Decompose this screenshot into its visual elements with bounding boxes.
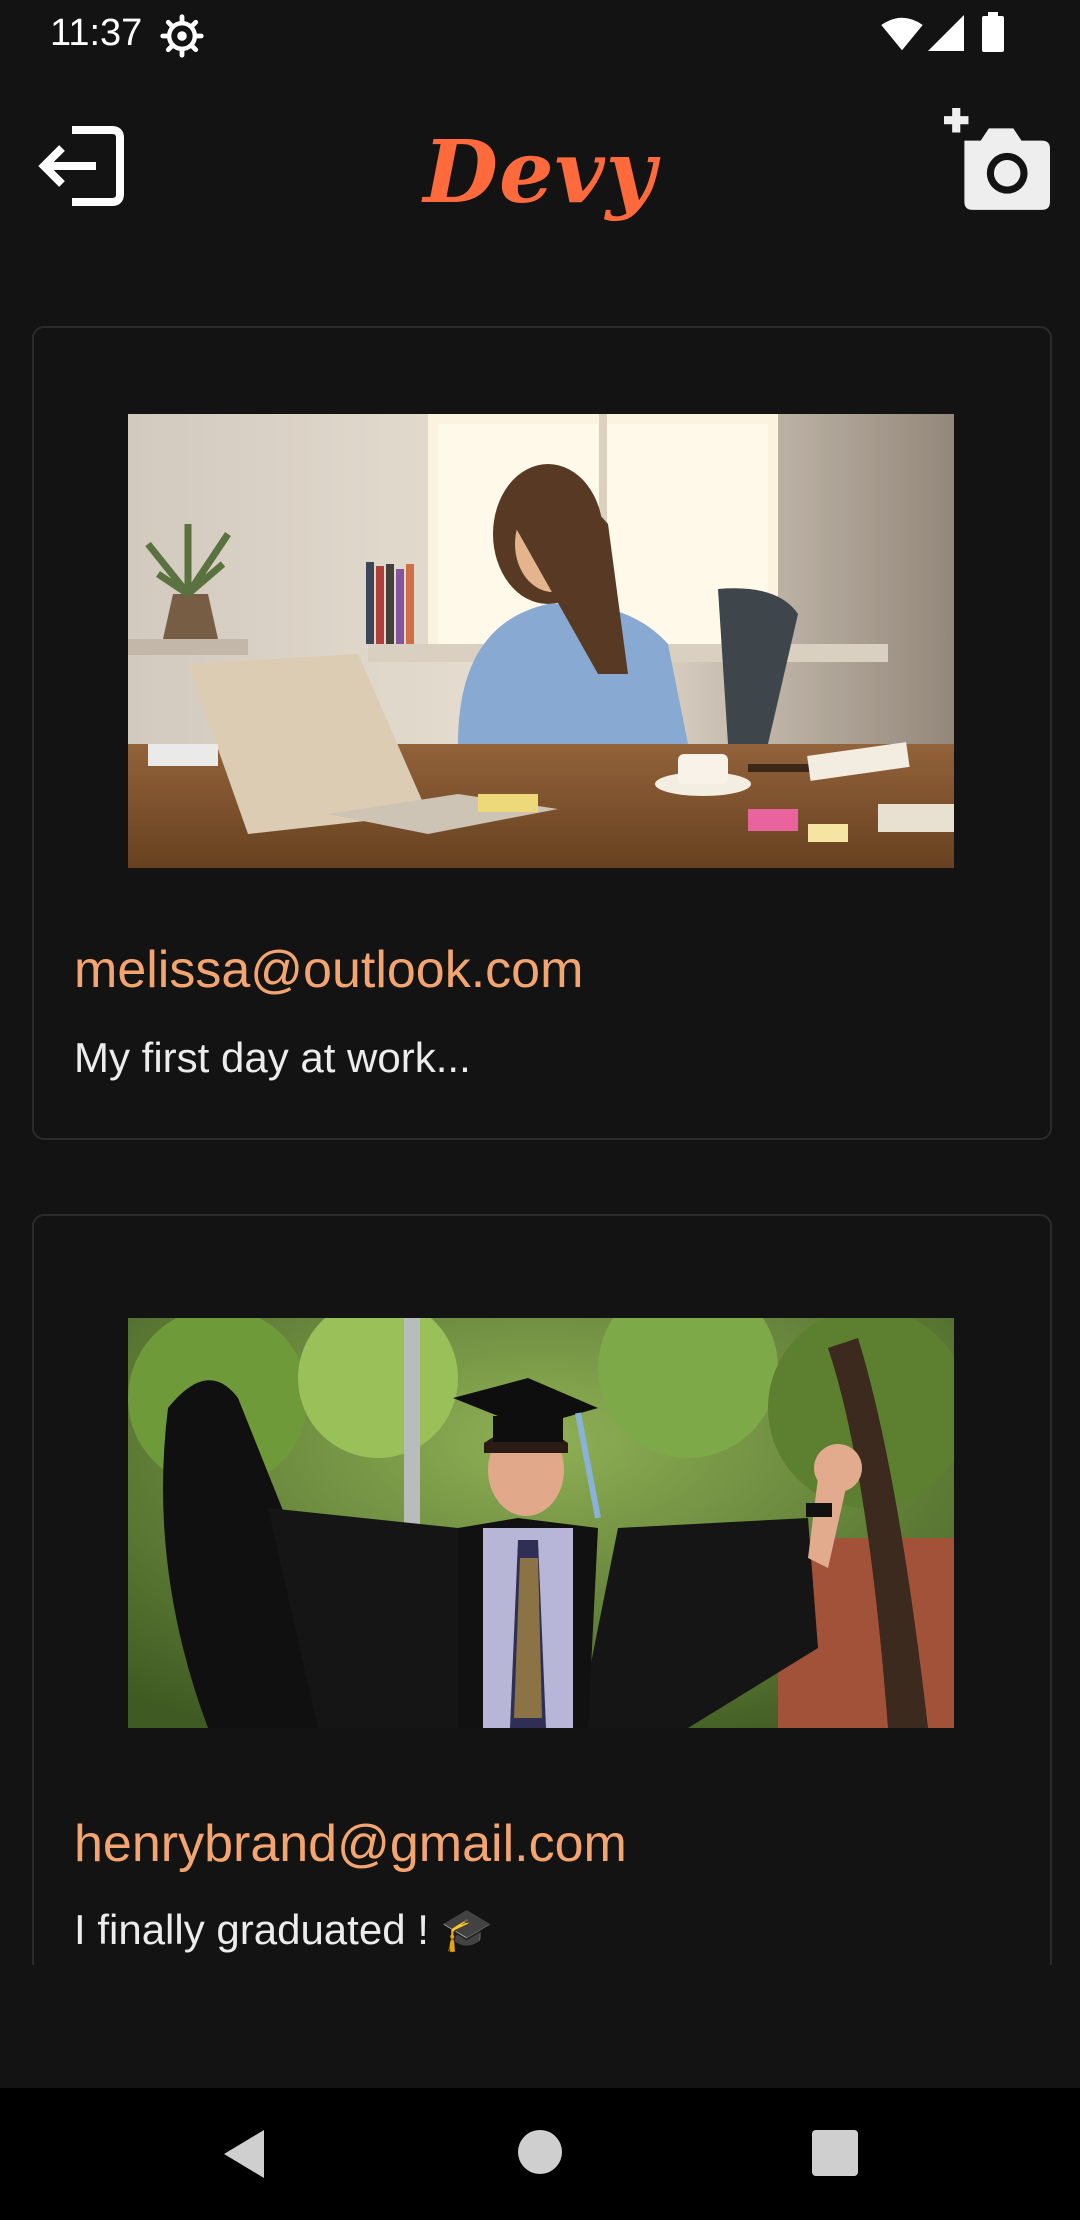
back-icon[interactable] xyxy=(220,2128,268,2180)
post-caption: I finally graduated ! 🎓 xyxy=(74,1906,493,1953)
post-feed[interactable]: melissa@outlook.com My first day at work… xyxy=(0,270,1080,1965)
home-icon[interactable] xyxy=(518,2130,562,2174)
wifi-icon xyxy=(881,17,923,51)
top-app-bar: Devy xyxy=(0,70,1080,270)
post-card[interactable]: melissa@outlook.com My first day at work… xyxy=(32,326,1052,1140)
post-author[interactable]: melissa@outlook.com xyxy=(74,940,583,1000)
add-photo-icon[interactable] xyxy=(944,108,1050,214)
post-card[interactable]: henrybrand@gmail.com I finally graduated… xyxy=(32,1214,1052,1965)
system-nav-bar xyxy=(0,2088,1080,2220)
post-author[interactable]: henrybrand@gmail.com xyxy=(74,1814,627,1874)
signal-icon xyxy=(928,15,964,51)
post-photo[interactable] xyxy=(128,1318,954,1728)
post-caption: My first day at work... xyxy=(74,1034,471,1081)
settings-icon xyxy=(160,14,204,58)
status-time: 11:37 xyxy=(50,12,143,54)
recents-icon[interactable] xyxy=(812,2130,858,2176)
battery-icon xyxy=(982,12,1004,52)
app-title: Devy xyxy=(423,122,657,223)
status-bar: 11:37 xyxy=(0,0,1080,70)
post-photo[interactable] xyxy=(128,414,954,868)
